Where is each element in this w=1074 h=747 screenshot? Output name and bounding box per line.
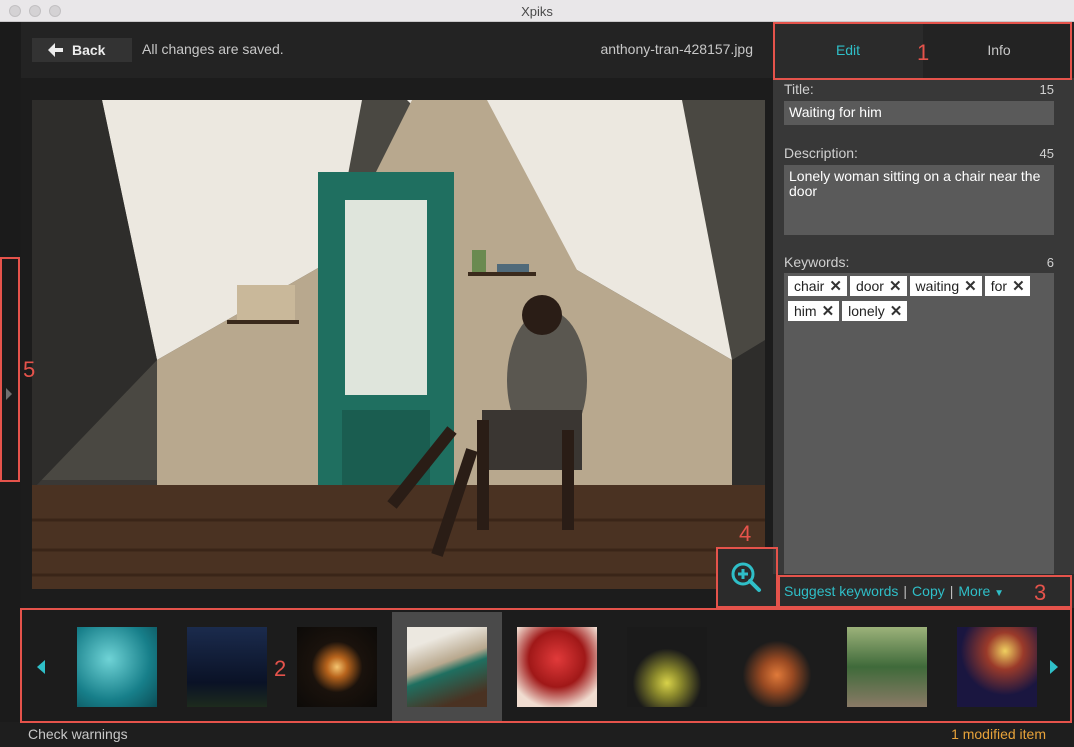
description-label: Description: [784, 145, 858, 161]
annotation-box-4 [716, 547, 778, 608]
editor-header: Back All changes are saved. anthony-tran… [21, 22, 773, 78]
edit-form: Title: 15 Waiting for him Description: 4… [773, 78, 1074, 574]
back-button-label: Back [72, 42, 106, 58]
annotation-number-1: 1 [917, 40, 930, 65]
title-count: 15 [1039, 82, 1054, 97]
check-warnings-link[interactable]: Check warnings [28, 726, 128, 742]
keywords-label: Keywords: [784, 254, 850, 270]
x-icon[interactable]: ✕ [964, 277, 977, 295]
annotation-number-2: 2 [274, 656, 287, 681]
annotation-number-4: 4 [739, 521, 752, 546]
save-status: All changes are saved. [142, 41, 284, 57]
image-preview-area [21, 78, 776, 608]
keyword-chip[interactable]: waiting ✕ [909, 276, 982, 296]
keyword-chip[interactable]: lonely ✕ [842, 301, 908, 321]
modified-items-link[interactable]: 1 modified item [951, 726, 1046, 742]
x-icon[interactable]: ✕ [829, 277, 842, 295]
keyword-chip[interactable]: door ✕ [849, 276, 907, 296]
annotation-number-3: 3 [1034, 580, 1047, 605]
file-name: anthony-tran-428157.jpg [600, 41, 753, 57]
preview-image[interactable] [32, 100, 765, 589]
annotation-box-2 [20, 608, 1072, 723]
description-count: 45 [1039, 146, 1054, 161]
title-label: Title: [784, 81, 814, 97]
x-icon[interactable]: ✕ [890, 302, 903, 320]
x-icon[interactable]: ✕ [889, 277, 902, 295]
status-bar: Check warnings 1 modified item [0, 722, 1074, 747]
description-input[interactable]: Lonely woman sitting on a chair near the… [784, 165, 1054, 235]
x-icon[interactable]: ✕ [1012, 277, 1025, 295]
keyword-chip[interactable]: chair ✕ [788, 276, 847, 296]
title-input[interactable]: Waiting for him [784, 101, 1054, 125]
keywords-input[interactable]: chair ✕ door ✕ waiting ✕ for ✕ him ✕ lonely ✕ [784, 273, 1054, 574]
keywords-count: 6 [1046, 255, 1054, 270]
window-titlebar: Xpiks [0, 0, 1074, 22]
back-button[interactable]: Back [32, 38, 132, 62]
annotation-box-3 [778, 575, 1072, 608]
attic-woman-chair-image [32, 100, 765, 589]
window-title: Xpiks [521, 4, 553, 19]
metadata-panel: Edit Info Title: 15 Waiting for him Desc… [773, 22, 1074, 608]
keyword-chip[interactable]: him ✕ [788, 301, 840, 321]
arrow-left-icon [48, 43, 63, 57]
annotation-number-5: 5 [23, 357, 36, 382]
annotation-box-5 [0, 257, 20, 482]
keyword-chip[interactable]: for ✕ [984, 276, 1030, 296]
x-icon[interactable]: ✕ [822, 302, 835, 320]
